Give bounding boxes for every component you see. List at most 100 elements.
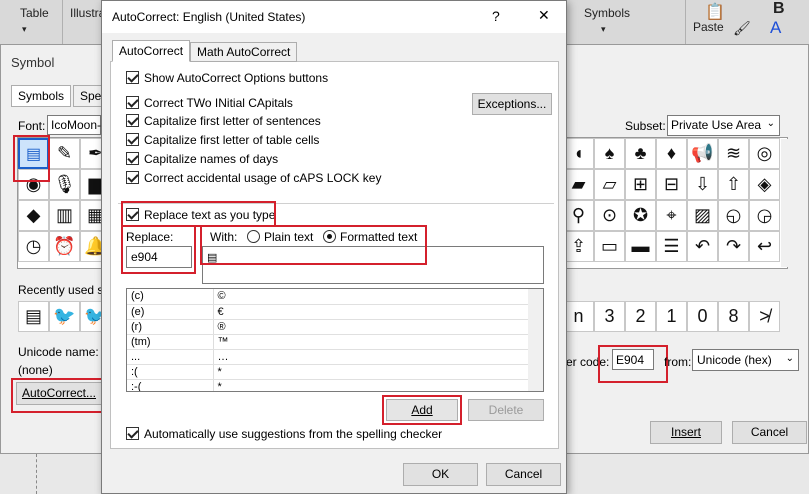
- recent-char[interactable]: 3: [594, 301, 625, 332]
- replace-cell: (r): [127, 319, 214, 335]
- price-tag-icon[interactable]: ◈: [749, 169, 780, 200]
- subset-label: Subset:: [625, 119, 666, 133]
- unicode-name-value: (none): [18, 363, 53, 377]
- with-cell: ®: [213, 319, 543, 335]
- font-select[interactable]: IcoMoon-: [47, 115, 101, 135]
- compass-icon[interactable]: ✪: [625, 200, 656, 231]
- capitalize-sentences-label: Capitalize first letter of sentences: [144, 114, 321, 128]
- podcast-icon[interactable]: ◎: [749, 138, 780, 169]
- format-painter-icon[interactable]: 🖌: [733, 20, 751, 37]
- bold-button[interactable]: B: [773, 0, 785, 18]
- recent-char[interactable]: 2: [625, 301, 656, 332]
- show-options-label: Show AutoCorrect Options buttons: [144, 71, 329, 85]
- table-row[interactable]: :-(*: [127, 379, 543, 391]
- caps-lock-checkbox[interactable]: [126, 171, 139, 184]
- folder-upload-icon[interactable]: ⇧: [718, 169, 749, 200]
- with-cell: €: [213, 304, 543, 320]
- symbol-grid-scrollbar[interactable]: [781, 139, 788, 267]
- replace-cell: :(: [127, 364, 214, 380]
- clock-alt-icon[interactable]: ◶: [749, 200, 780, 231]
- table-row[interactable]: :(*: [127, 364, 543, 380]
- ok-button[interactable]: OK: [403, 463, 478, 486]
- with-cell: …: [213, 349, 543, 365]
- barcode-icon[interactable]: ▥: [49, 200, 80, 231]
- tab-symbols[interactable]: Symbols: [11, 85, 72, 107]
- table-row[interactable]: (e) €: [127, 304, 543, 320]
- subset-value: Private Use Area: [671, 118, 762, 132]
- help-button[interactable]: ?: [492, 8, 500, 24]
- folder-minus-icon[interactable]: ⊟: [656, 169, 687, 200]
- alarm-icon[interactable]: ⏰: [49, 231, 80, 262]
- recent-char[interactable]: 1: [656, 301, 687, 332]
- symbols-ribbon-button[interactable]: Symbols: [584, 6, 630, 20]
- capitalize-sentences-checkbox[interactable]: [126, 114, 139, 127]
- upload-icon[interactable]: ⇪: [563, 231, 594, 262]
- pacman-icon[interactable]: ◖: [563, 138, 594, 169]
- highlight-selected-symbol: [13, 135, 50, 182]
- tags-icon[interactable]: ◆: [18, 200, 49, 231]
- location-icon[interactable]: ⚲: [563, 200, 594, 231]
- map-icon[interactable]: ⌖: [656, 200, 687, 231]
- recent-char[interactable]: 0: [687, 301, 718, 332]
- folder-icon[interactable]: ▰: [563, 169, 594, 200]
- delete-button[interactable]: Delete: [468, 399, 544, 421]
- pencil-icon[interactable]: ✎: [49, 138, 80, 169]
- club-icon[interactable]: ♣: [625, 138, 656, 169]
- recent-char[interactable]: ≯: [749, 301, 780, 332]
- bullhorn-icon[interactable]: 📢: [687, 138, 718, 169]
- clipboard-icon: 📋: [705, 4, 725, 21]
- folder-plus-icon[interactable]: ⊞: [625, 169, 656, 200]
- twitter-icon[interactable]: 🐦: [49, 301, 80, 332]
- reply-icon[interactable]: ↩: [749, 231, 780, 262]
- list-scrollbar[interactable]: [528, 289, 543, 391]
- folder-download-icon[interactable]: ⇩: [687, 169, 718, 200]
- autocorrect-dialog: AutoCorrect: English (United States) ? ✕…: [101, 0, 567, 494]
- table-ribbon-button[interactable]: Table: [20, 6, 49, 20]
- close-button[interactable]: ✕: [538, 7, 550, 24]
- table-row[interactable]: (c) ©: [127, 289, 543, 305]
- chevron-down-icon: ⌄: [785, 353, 794, 364]
- microphone-icon[interactable]: 🎙: [49, 169, 80, 200]
- correct-two-capitals-checkbox[interactable]: [126, 96, 139, 109]
- show-options-checkbox[interactable]: [126, 71, 139, 84]
- table-row[interactable]: (r) ®: [127, 319, 543, 335]
- replacement-table: (c) © (e) € (r) ® (tm) ™...…:(*:-(*: [127, 289, 543, 391]
- table-row[interactable]: ...…: [127, 349, 543, 365]
- font-color-button[interactable]: A: [770, 18, 781, 38]
- display-icon[interactable]: ▭: [594, 231, 625, 262]
- highlight-replace-as-you-type: [121, 201, 276, 227]
- redo-icon[interactable]: ↷: [718, 231, 749, 262]
- exceptions-button[interactable]: Exceptions...: [472, 93, 552, 115]
- diamond-icon[interactable]: ♦: [656, 138, 687, 169]
- autocorrect-cancel-button[interactable]: Cancel: [486, 463, 561, 486]
- location-alt-icon[interactable]: ⊙: [594, 200, 625, 231]
- database-icon[interactable]: ☰: [656, 231, 687, 262]
- table-row[interactable]: (tm) ™: [127, 334, 543, 350]
- ribbon-separator: [62, 0, 63, 44]
- wifi-icon[interactable]: ≋: [718, 138, 749, 169]
- recent-char[interactable]: n: [563, 301, 594, 332]
- history-icon[interactable]: ◵: [718, 200, 749, 231]
- spade-icon[interactable]: ♠: [594, 138, 625, 169]
- recent-newspaper-icon[interactable]: ▤: [18, 301, 49, 332]
- spelling-suggestions-checkbox[interactable]: [126, 427, 139, 440]
- capitalize-table-cells-checkbox[interactable]: [126, 133, 139, 146]
- clock-icon[interactable]: ◷: [18, 231, 49, 262]
- tab-autocorrect[interactable]: AutoCorrect: [112, 40, 191, 62]
- page-margin-guide: [36, 454, 37, 494]
- from-select[interactable]: Unicode (hex) ⌄: [692, 349, 799, 371]
- highlight-character-code: [598, 345, 668, 383]
- capitalize-days-checkbox[interactable]: [126, 152, 139, 165]
- symbol-cancel-button[interactable]: Cancel: [732, 421, 807, 444]
- recent-char[interactable]: 8: [718, 301, 749, 332]
- undo-icon[interactable]: ↶: [687, 231, 718, 262]
- paste-button[interactable]: Paste: [693, 20, 724, 34]
- map-alt-icon[interactable]: ▨: [687, 200, 718, 231]
- drive-icon[interactable]: ▬: [625, 231, 656, 262]
- recently-used-label: Recently used sy: [18, 283, 110, 297]
- insert-button[interactable]: Insert: [650, 421, 722, 444]
- replacement-list[interactable]: (c) © (e) € (r) ® (tm) ™...…:(*:-(*: [126, 288, 544, 392]
- folder-open-icon[interactable]: ▱: [594, 169, 625, 200]
- tab-math-autocorrect[interactable]: Math AutoCorrect: [190, 42, 298, 62]
- subset-select[interactable]: Private Use Area ⌄: [667, 115, 780, 136]
